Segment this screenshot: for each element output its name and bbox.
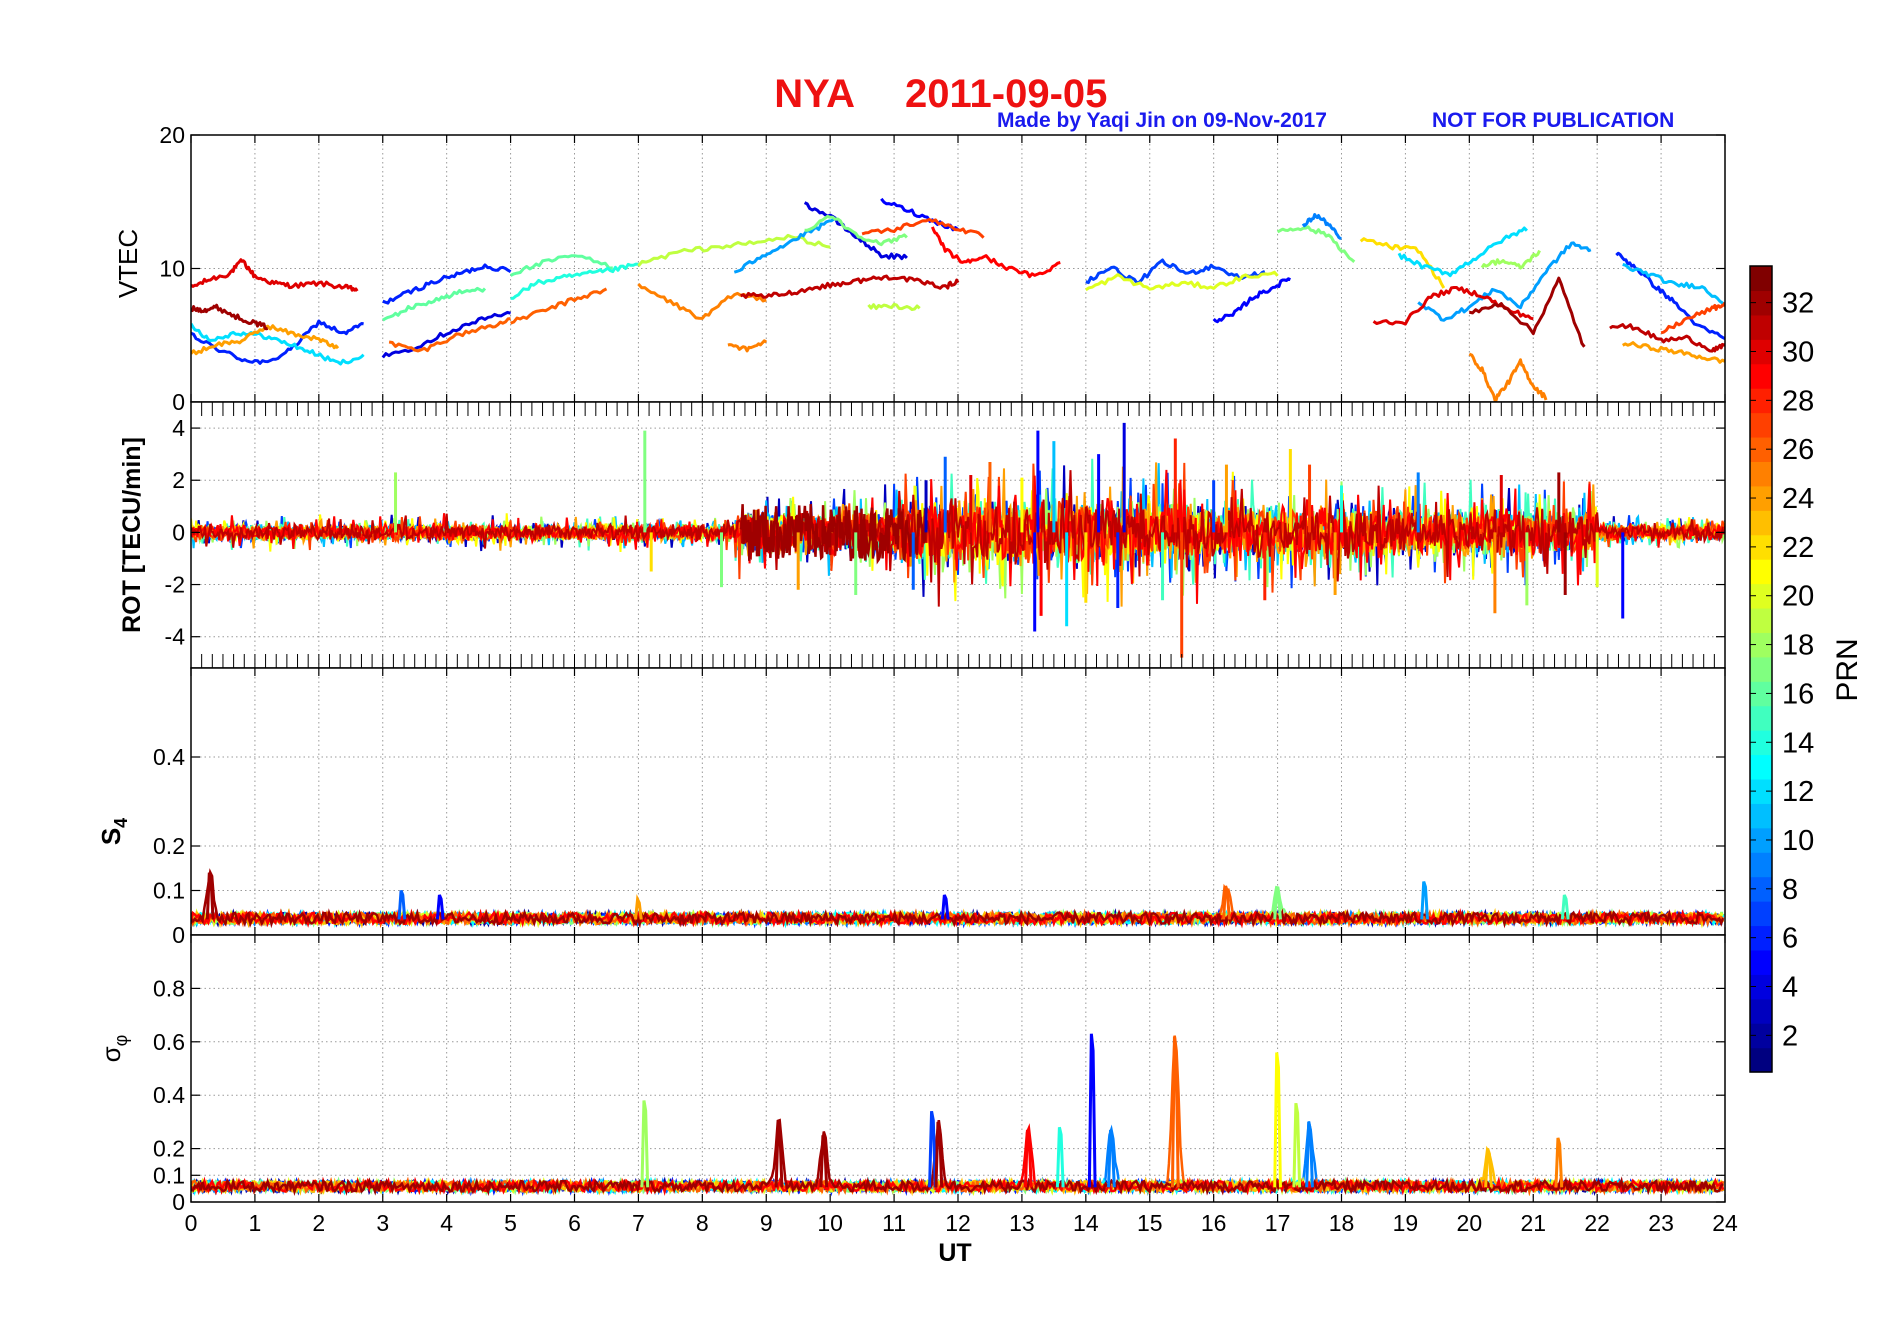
- colorbar-tick-label: 2: [1782, 1020, 1798, 1052]
- x-axis: 0 1 2 3 4 5 6 7 8 9 10 11 12 13 14 15 16 17 18 19 20 21 22 23 24…: [185, 1210, 1738, 1267]
- y-tick-label: 2: [172, 467, 185, 493]
- x-tick-label: 16: [1201, 1210, 1227, 1236]
- y-tick-label: 0.4: [153, 1082, 185, 1108]
- x-tick-label: 20: [1457, 1210, 1483, 1236]
- colorbar-cell: [1750, 607, 1772, 633]
- panel-sigma-phi: 00.10.20.40.60.8σφ0 1 2 3 4 5 6 7 8 9 10 11 12 13 14 15…: [96, 934, 1738, 1267]
- panel-vtec: 0 10 20 VTEC: [113, 122, 1726, 415]
- colorbar-tick-label: 14: [1782, 727, 1814, 759]
- colorbar-cell: [1750, 314, 1772, 340]
- colorbar-tick-label: 28: [1782, 385, 1814, 417]
- x-tick-label: 3: [376, 1210, 389, 1236]
- x-tick-label: 2: [312, 1210, 325, 1236]
- y-tick-label: -4: [165, 624, 186, 650]
- colorbar-cell: [1750, 803, 1772, 829]
- y-tick-label: 20: [159, 122, 185, 148]
- colorbar-tick-label: 8: [1782, 874, 1798, 906]
- colorbar-tick-label: 20: [1782, 581, 1814, 613]
- x-tick-label: 11: [882, 1210, 906, 1236]
- station-title: NYA: [774, 72, 855, 116]
- x-tick-label: 24: [1712, 1210, 1738, 1236]
- colorbar-cell: [1750, 705, 1772, 731]
- y-tick-label: 0.6: [153, 1029, 185, 1055]
- x-tick-label: 17: [1265, 1210, 1291, 1236]
- colorbar-tick-label: 10: [1782, 825, 1814, 857]
- panel-s4: 0 0.1 0.2 0.4 S4: [96, 667, 1726, 948]
- colorbar-cell: [1750, 412, 1772, 438]
- x-tick-label: 13: [1009, 1210, 1035, 1236]
- y-tick-label: 0.2: [153, 833, 185, 859]
- y-axis-label: VTEC: [113, 229, 143, 298]
- x-axis-label: UT: [938, 1239, 971, 1267]
- panel-rot: -4 -2 0 2 4 ROT [TECU/min]: [118, 401, 1726, 669]
- colorbar-cell: [1750, 754, 1772, 780]
- y-tick-label: 0: [172, 389, 185, 415]
- colorbar-cell: [1750, 266, 1772, 292]
- x-tick-label: 12: [945, 1210, 971, 1236]
- y-tick-label: 4: [172, 415, 185, 441]
- x-tick-label: 22: [1584, 1210, 1610, 1236]
- x-tick-label: 4: [440, 1210, 453, 1236]
- y-tick-label: 0.4: [153, 744, 185, 770]
- x-tick-label: 21: [1520, 1210, 1546, 1236]
- x-tick-label: 15: [1137, 1210, 1163, 1236]
- y-axis-label: S4: [96, 818, 131, 845]
- colorbar-cell: [1750, 901, 1772, 927]
- colorbar-tick-label: 6: [1782, 923, 1798, 955]
- x-tick-label: 14: [1073, 1210, 1099, 1236]
- x-tick-label: 19: [1393, 1210, 1419, 1236]
- colorbar-label: PRN: [1831, 638, 1864, 701]
- x-tick-label: 7: [632, 1210, 645, 1236]
- colorbar-tick-label: 32: [1782, 288, 1814, 320]
- colorbar-cell: [1750, 852, 1772, 878]
- x-tick-label: 23: [1648, 1210, 1674, 1236]
- colorbar-tick-label: 26: [1782, 434, 1814, 466]
- x-tick-label: 10: [817, 1210, 843, 1236]
- x-tick-label: 1: [249, 1210, 262, 1236]
- y-tick-label: 0.8: [153, 975, 185, 1001]
- colorbar-tick-label: 4: [1782, 972, 1798, 1004]
- colorbar-tick-label: 30: [1782, 336, 1814, 368]
- y-axis-label: ROT [TECU/min]: [118, 437, 146, 633]
- colorbar: 2468101214161820222426283032PRN: [1749, 265, 1864, 1073]
- x-tick-label: 8: [696, 1210, 709, 1236]
- colorbar-cell: [1750, 363, 1772, 389]
- colorbar-cell: [1750, 656, 1772, 682]
- y-tick-label: 0.1: [153, 1162, 185, 1188]
- y-axis-label: σφ: [96, 1035, 131, 1063]
- x-tick-label: 5: [504, 1210, 517, 1236]
- y-tick-label: 0.1: [153, 878, 185, 904]
- colorbar-tick-label: 22: [1782, 532, 1814, 564]
- colorbar-cell: [1750, 998, 1772, 1024]
- colorbar-cell: [1750, 949, 1772, 975]
- y-tick-label: -2: [165, 572, 185, 598]
- y-tick-label: 10: [159, 256, 185, 282]
- notice-text: NOT FOR PUBLICATION: [1432, 109, 1674, 132]
- plot-area: [191, 935, 1725, 1202]
- figure: NYA 2011-09-05 Made by Yaqi Jin on 09-No…: [96, 72, 1864, 1267]
- x-tick-label: 6: [568, 1210, 581, 1236]
- x-tick-label: 18: [1329, 1210, 1355, 1236]
- x-tick-label: 9: [760, 1210, 773, 1236]
- x-tick-label: 0: [185, 1210, 198, 1236]
- colorbar-tick-label: 24: [1782, 483, 1814, 515]
- colorbar-cell: [1750, 461, 1772, 487]
- colorbar-tick-label: 18: [1782, 630, 1814, 662]
- plot-area: [191, 668, 1725, 935]
- colorbar-tick-label: 12: [1782, 776, 1814, 808]
- colorbar-cell: [1750, 559, 1772, 585]
- credit-text: Made by Yaqi Jin on 09-Nov-2017: [997, 109, 1327, 132]
- y-tick-label: 0: [172, 922, 185, 948]
- y-tick-label: 0: [172, 1189, 185, 1215]
- y-tick-label: 0.2: [153, 1136, 185, 1162]
- colorbar-cell: [1750, 1047, 1772, 1073]
- y-tick-label: 0: [172, 519, 185, 545]
- colorbar-cell: [1750, 510, 1772, 536]
- colorbar-tick-label: 16: [1782, 678, 1814, 710]
